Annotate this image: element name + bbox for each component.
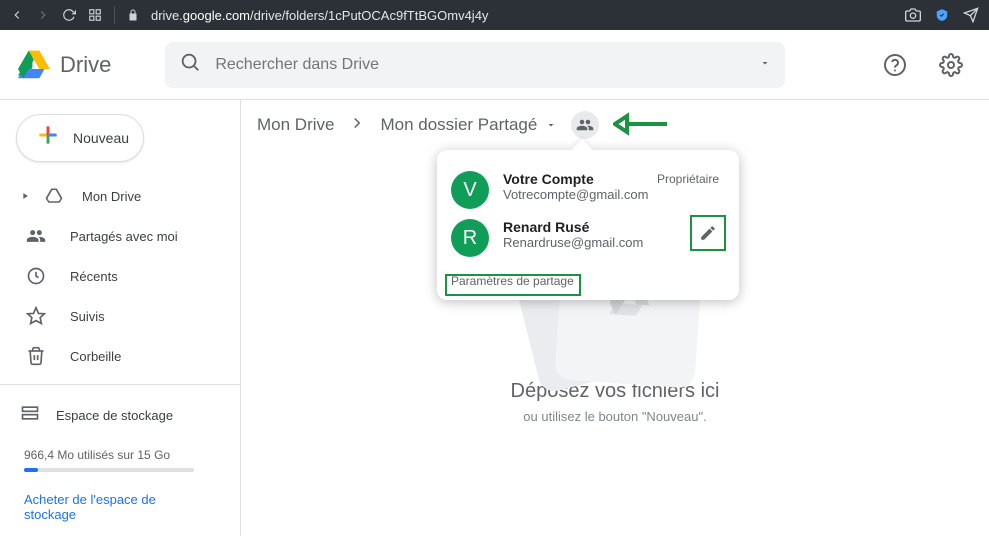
apps-icon[interactable] [88,8,102,22]
sidebar-item-trash[interactable]: Corbeille [0,336,240,376]
breadcrumb-root[interactable]: Mon Drive [257,115,334,135]
person-email: Votrecompte@gmail.com [503,187,648,202]
avatar: R [451,219,489,257]
search-box[interactable] [165,42,785,88]
dropzone-subtitle: ou utilisez le bouton "Nouveau". [415,409,815,424]
back-icon[interactable] [10,8,24,22]
sidebar-item-label: Récents [70,269,118,284]
chevron-down-icon [545,119,557,131]
expand-icon[interactable] [20,191,30,201]
chevron-right-icon [348,114,366,137]
person-name: Renard Rusé [503,219,643,235]
annotation-arrow [613,110,669,138]
storage-bar [24,468,194,472]
sidebar-item-starred[interactable]: Suivis [0,296,240,336]
search-input[interactable] [215,56,745,74]
send-icon[interactable] [963,7,979,23]
sidebar: Nouveau Mon Drive Partagés avec moi Réce… [0,100,240,536]
annotation-box [445,274,581,296]
sidebar-item-shared[interactable]: Partagés avec moi [0,216,240,256]
forward-icon[interactable] [36,8,50,22]
sidebar-item-label: Partagés avec moi [70,229,178,244]
sidebar-item-recent[interactable]: Récents [0,256,240,296]
shared-indicator-icon[interactable] [571,111,599,139]
drive-icon [44,187,64,205]
app-header: Drive [0,30,989,100]
annotation-box [690,215,726,251]
browser-chrome: drive.google.com/drive/folders/1cPutOCAc… [0,0,989,30]
gear-icon[interactable] [931,45,971,85]
storage-title: Espace de stockage [56,408,173,423]
sidebar-item-label: Corbeille [70,349,121,364]
trash-icon [26,346,46,366]
share-person-row: R Renard Rusé Renardruse@gmail.com [451,214,723,262]
search-options-icon[interactable] [759,56,771,74]
breadcrumb-current[interactable]: Mon dossier Partagé [380,115,557,135]
address-bar[interactable]: drive.google.com/drive/folders/1cPutOCAc… [151,8,488,23]
share-popover: V Votre Compte Votrecompte@gmail.com Pro… [437,150,739,300]
storage-used-text: 966,4 Mo utilisés sur 15 Go [24,448,216,462]
storage-icon [20,403,40,428]
search-icon[interactable] [179,51,201,78]
app-title: Drive [60,52,111,78]
drive-logo[interactable]: Drive [18,49,111,81]
storage-block: Espace de stockage 966,4 Mo utilisés sur… [0,393,240,522]
dropzone-title: Déposez vos fichiers ici [415,380,815,403]
shield-icon[interactable] [935,8,949,22]
help-icon[interactable] [875,45,915,85]
new-button-label: Nouveau [73,130,129,146]
reload-icon[interactable] [62,8,76,22]
main-panel: Mon Drive Mon dossier Partagé V Votre Co… [240,100,989,536]
person-name: Votre Compte [503,171,648,187]
clock-icon [26,266,46,286]
new-button[interactable]: Nouveau [16,114,144,162]
plus-icon [35,122,61,154]
sidebar-item-label: Mon Drive [82,189,141,204]
camera-icon[interactable] [905,7,921,23]
avatar: V [451,171,489,209]
breadcrumb-current-label: Mon dossier Partagé [380,115,537,135]
sidebar-item-my-drive[interactable]: Mon Drive [0,176,240,216]
star-icon [26,306,46,326]
buy-storage-link[interactable]: Acheter de l'espace de stockage [24,492,184,522]
sidebar-item-label: Suivis [70,309,105,324]
lock-icon [127,9,139,21]
people-icon [26,226,46,246]
share-person-row-owner: V Votre Compte Votrecompte@gmail.com Pro… [451,166,723,214]
person-email: Renardruse@gmail.com [503,235,643,250]
person-role: Propriétaire [657,172,719,186]
